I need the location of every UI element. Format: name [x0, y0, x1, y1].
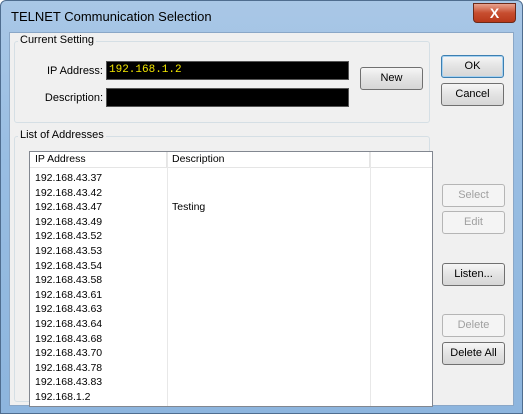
row-description [167, 216, 172, 228]
delete-button[interactable]: Delete [442, 314, 505, 337]
row-description [167, 187, 172, 199]
new-button[interactable]: New [360, 67, 423, 90]
row-description [167, 274, 172, 286]
list-of-addresses-label: List of Addresses [18, 129, 106, 141]
table-row[interactable]: 192.168.43.83 [30, 376, 432, 388]
row-ip-address: 192.168.43.49 [35, 215, 103, 228]
row-description [167, 347, 172, 359]
ip-address-label: IP Address: [46, 65, 103, 77]
cancel-button[interactable]: Cancel [441, 83, 504, 106]
list-header: IP Address Description [30, 152, 432, 168]
table-row[interactable]: 192.168.43.42 [30, 187, 432, 199]
row-description [167, 245, 172, 257]
ok-button[interactable]: OK [441, 55, 504, 78]
row-ip-address: 192.168.43.63 [35, 303, 103, 316]
ip-address-field[interactable]: 192.168.1.2 [106, 61, 349, 80]
current-setting-label: Current Setting [18, 34, 96, 46]
address-list[interactable]: IP Address Description 192.168.43.37 192.… [29, 151, 433, 407]
row-ip-address: 192.168.1.2 [35, 391, 91, 403]
row-description [167, 303, 172, 315]
row-ip-address: 192.168.43.68 [35, 332, 103, 345]
row-description [167, 172, 172, 184]
description-field[interactable] [106, 88, 349, 107]
window-title: TELNET Communication Selection [11, 9, 212, 24]
table-row[interactable]: 192.168.43.64 [30, 318, 432, 330]
close-button[interactable]: X [473, 3, 516, 23]
column-header-description[interactable]: Description [167, 152, 370, 168]
close-icon: X [489, 5, 500, 21]
table-row[interactable]: 192.168.43.63 [30, 303, 432, 315]
table-row[interactable]: 192.168.1.2 [30, 391, 432, 403]
row-ip-address: 192.168.43.54 [35, 259, 103, 272]
row-description [167, 333, 172, 345]
table-row[interactable]: 192.168.43.49 [30, 216, 432, 228]
select-button[interactable]: Select [442, 184, 505, 207]
row-ip-address: 192.168.43.61 [35, 288, 103, 301]
delete-all-button[interactable]: Delete All [442, 342, 505, 365]
listen-button[interactable]: Listen... [442, 263, 505, 286]
row-ip-address: 192.168.43.70 [35, 347, 103, 360]
table-row[interactable]: 192.168.43.53 [30, 245, 432, 257]
title-bar[interactable]: TELNET Communication Selection X [1, 1, 522, 33]
row-description [167, 391, 172, 403]
edit-button[interactable]: Edit [442, 211, 505, 234]
row-description [167, 230, 172, 242]
row-ip-address: 192.168.43.58 [35, 274, 103, 287]
row-ip-address: 192.168.43.53 [35, 245, 103, 257]
row-description: Testing [172, 201, 206, 214]
row-ip-address: 192.168.43.83 [35, 376, 103, 389]
row-ip-address: 192.168.43.52 [35, 230, 103, 243]
table-row[interactable]: 192.168.43.68 [30, 333, 432, 345]
table-row[interactable]: 192.168.43.61 [30, 289, 432, 301]
dialog-client-area: Current Setting IP Address: 192.168.1.2 … [9, 32, 514, 407]
table-row[interactable]: 192.168.43.47 Testing [30, 201, 432, 213]
row-description [167, 318, 172, 330]
column-header-extra[interactable] [370, 152, 432, 168]
table-row[interactable]: 192.168.43.52 [30, 230, 432, 242]
column-header-ip[interactable]: IP Address [30, 152, 167, 168]
row-ip-address: 192.168.43.42 [35, 186, 103, 199]
row-ip-address: 192.168.43.47 [35, 201, 103, 214]
row-ip-address: 192.168.43.37 [35, 172, 103, 184]
row-description [167, 289, 172, 301]
row-description [167, 260, 172, 272]
table-row[interactable]: 192.168.43.70 [30, 347, 432, 359]
table-row[interactable]: 192.168.43.58 [30, 274, 432, 286]
row-description [167, 362, 172, 374]
row-description [167, 376, 172, 388]
row-ip-address: 192.168.43.64 [35, 318, 103, 330]
row-ip-address: 192.168.43.78 [35, 361, 103, 374]
dialog-window: TELNET Communication Selection X Current… [0, 0, 523, 414]
table-row[interactable]: 192.168.43.54 [30, 260, 432, 272]
description-label: Description: [44, 92, 103, 104]
table-row[interactable]: 192.168.43.78 [30, 362, 432, 374]
table-row[interactable]: 192.168.43.37 [30, 172, 432, 184]
